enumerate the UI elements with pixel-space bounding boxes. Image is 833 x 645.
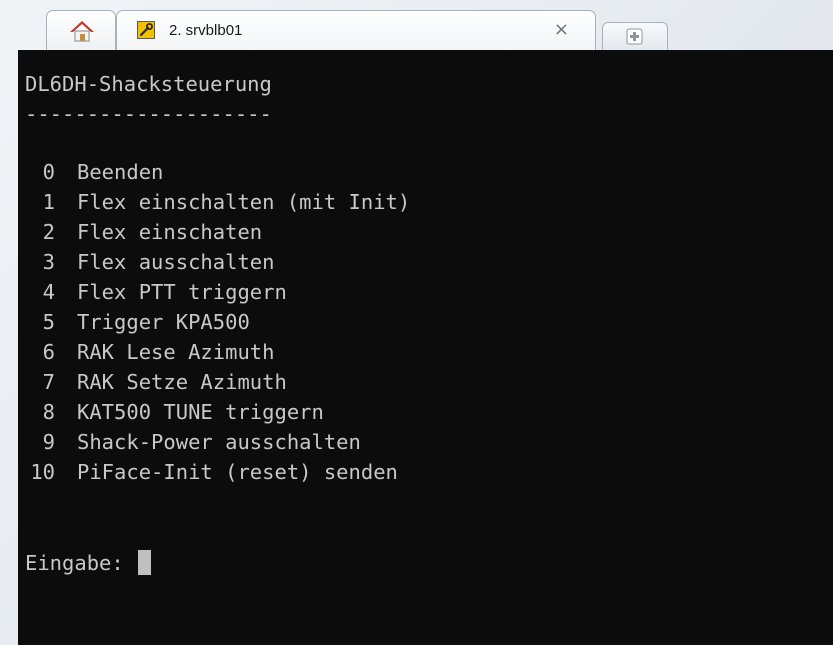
close-icon[interactable]: × (554, 19, 569, 40)
terminal-heading: DL6DH-Shacksteuerung (25, 72, 272, 96)
home-icon (69, 19, 95, 47)
menu-item: 5 Trigger KPA500 (25, 310, 250, 334)
text-cursor (138, 550, 152, 575)
menu-item-number: 7 (42, 370, 55, 394)
menu-item: 9 Shack-Power ausschalten (25, 430, 361, 454)
tab-title: 2. srvblb01 (169, 22, 243, 39)
menu-item-number: 1 (42, 190, 55, 214)
menu-item-label: PiFace-Init (reset) senden (77, 460, 398, 484)
menu-item: 10 PiFace-Init (reset) senden (25, 460, 398, 484)
home-tab[interactable] (46, 10, 116, 50)
menu-item-label: Trigger KPA500 (77, 310, 250, 334)
menu-item-label: Flex PTT triggern (77, 280, 287, 304)
new-tab-button[interactable] (602, 22, 668, 50)
terminal-screen[interactable]: DL6DH-Shacksteuerung -------------------… (18, 50, 833, 645)
plus-icon (626, 28, 643, 45)
input-prompt: Eingabe: (25, 551, 137, 575)
menu-item: 8 KAT500 TUNE triggern (25, 400, 324, 424)
menu-item-label: KAT500 TUNE triggern (77, 400, 324, 424)
menu-item: 0 Beenden (25, 160, 164, 184)
menu-item: 6 RAK Lese Azimuth (25, 340, 275, 364)
menu-item-number: 8 (42, 400, 55, 424)
menu-item-number: 9 (42, 430, 55, 454)
menu-item-label: Flex ausschalten (77, 250, 275, 274)
menu-item-number: 6 (42, 340, 55, 364)
menu-item-number: 3 (42, 250, 55, 274)
menu-item: 2 Flex einschaten (25, 220, 262, 244)
menu-item-label: Shack-Power ausschalten (77, 430, 361, 454)
menu-item-label: Flex einschalten (mit Init) (77, 190, 411, 214)
tool-icon (137, 21, 155, 39)
tab-bar: 2. srvblb01 × (0, 0, 833, 52)
menu-item-number: 10 (30, 460, 55, 484)
terminal-window: 2. srvblb01 × DL6DH-Shacksteuerung -----… (0, 0, 833, 645)
menu-item-number: 0 (42, 160, 55, 184)
menu-item: 3 Flex ausschalten (25, 250, 275, 274)
menu-item: 1 Flex einschalten (mit Init) (25, 190, 411, 214)
heading-separator: -------------------- (25, 102, 272, 126)
menu-item-label: RAK Lese Azimuth (77, 340, 275, 364)
menu-item-label: RAK Setze Azimuth (77, 370, 287, 394)
menu-item: 4 Flex PTT triggern (25, 280, 287, 304)
input-line[interactable]: Eingabe: (25, 550, 152, 575)
tab-session[interactable]: 2. srvblb01 × (116, 10, 596, 50)
menu-item-label: Beenden (77, 160, 164, 184)
menu-item-number: 5 (42, 310, 55, 334)
menu-item: 7 RAK Setze Azimuth (25, 370, 287, 394)
menu-item-number: 4 (42, 280, 55, 304)
menu-item-label: Flex einschaten (77, 220, 263, 244)
menu-item-number: 2 (42, 220, 55, 244)
